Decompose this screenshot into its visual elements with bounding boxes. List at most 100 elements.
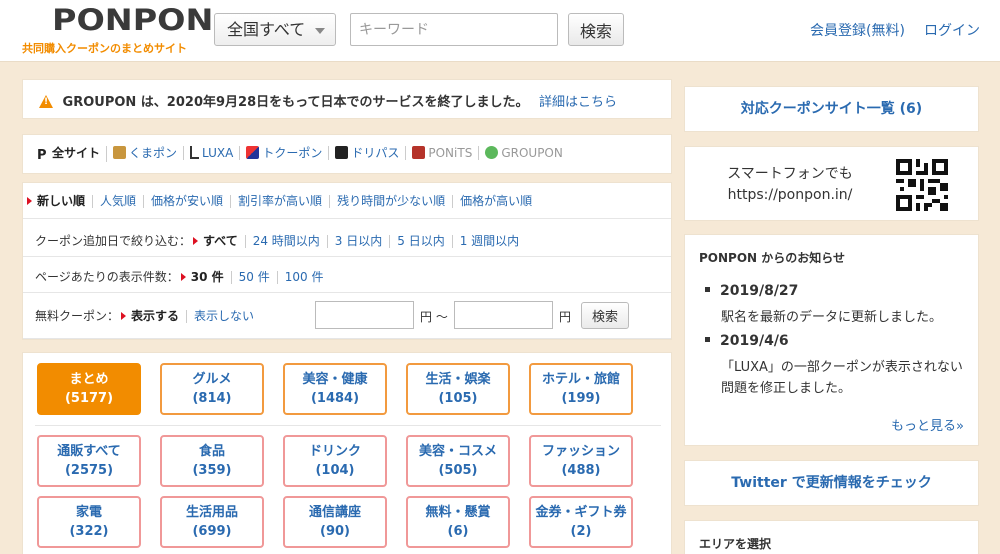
free-label: 無料クーポン： — [35, 309, 120, 323]
category-count: (2) — [570, 524, 592, 539]
logo[interactable]: PONPON — [52, 4, 213, 36]
category-count: (199) — [561, 391, 601, 406]
category-gourmet[interactable]: グルメ (814) — [160, 363, 264, 415]
category-name: まとめ — [69, 372, 109, 387]
category-count: (322) — [69, 524, 109, 539]
news-panel: PONPON からのお知らせ 2019/8/27 駅名を最新のデータに更新しまし… — [684, 234, 979, 446]
site-label: ドリパス — [351, 146, 400, 160]
sort-popular[interactable]: 人気順 — [93, 195, 145, 208]
category-life-leisure[interactable]: 生活・娯楽 (105) — [406, 363, 510, 415]
news-date: 2019/4/6 — [705, 333, 789, 349]
site-tokupon[interactable]: トクーポン — [240, 146, 330, 160]
category-count: (5177) — [64, 391, 114, 406]
added-1w[interactable]: 1 週間以内 — [453, 235, 526, 248]
tokupon-icon — [246, 146, 260, 159]
price-min-input[interactable] — [315, 301, 414, 329]
category-name: 金券・ギフト券 — [535, 505, 627, 520]
sort-expensive[interactable]: 価格が高い順 — [453, 195, 539, 208]
category-appliances[interactable]: 家電 (322) — [37, 496, 141, 548]
free-show[interactable]: 表示する — [119, 310, 188, 323]
register-link[interactable]: 会員登録(無料) — [810, 20, 905, 40]
logo-text[interactable]: PONPON — [52, 4, 213, 36]
category-summary[interactable]: まとめ (5177) — [37, 363, 141, 415]
category-name: 食品 — [198, 444, 225, 459]
category-count: (814) — [192, 391, 232, 406]
category-name: 通信講座 — [308, 505, 361, 520]
added-row: クーポン追加日で絞り込む： すべて 24 時間以内 3 日以内 5 日以内 1 週間以内 — [23, 221, 671, 257]
category-name: ファッション — [541, 444, 620, 459]
site-filter: P 全サイト くまポン LUXA トクーポン ドリパス PONiTS GROUPON — [22, 134, 672, 174]
category-count: (1484) — [310, 391, 360, 406]
region-select[interactable]: 全国すべて — [214, 13, 336, 46]
site-all[interactable]: P 全サイト — [37, 146, 108, 163]
added-all[interactable]: すべて — [191, 235, 246, 248]
per-page-50[interactable]: 50 件 — [232, 271, 278, 284]
site-dripass[interactable]: ドリパス — [329, 146, 407, 160]
login-link[interactable]: ログイン — [924, 20, 980, 40]
category-food[interactable]: 食品 (359) — [160, 435, 264, 487]
site-label: GROUPON — [501, 146, 563, 160]
category-beauty-health[interactable]: 美容・健康 (1484) — [283, 363, 387, 415]
smartphone-panel: スマートフォンでも https://ponpon.in/ — [684, 146, 979, 221]
category-hotel[interactable]: ホテル・旅館 (199) — [529, 363, 633, 415]
coupon-filters: 新しい順 人気順 価格が安い順 割引率が高い順 残り時間が少ない順 価格が高い順 クーポン… — [22, 182, 672, 340]
category-cosmetics[interactable]: 美容・コスメ (505) — [406, 435, 510, 487]
notice-detail-link[interactable]: 詳細はこちら — [539, 95, 617, 110]
category-count: (90) — [320, 524, 350, 539]
category-courses[interactable]: 通信講座 (90) — [283, 496, 387, 548]
header: PONPON 共同購入クーポンのまとめサイト 全国すべて 検索 会員登録(無料)… — [0, 0, 1000, 62]
category-gift-cards[interactable]: 金券・ギフト券 (2) — [529, 496, 633, 548]
dripass-icon — [335, 146, 349, 159]
category-grid: まとめ (5177) グルメ (814) 美容・健康 (1484) 生活・娯楽 (105… — [22, 352, 672, 554]
category-name: 生活・娯楽 — [425, 372, 491, 387]
per-page-100[interactable]: 100 件 — [278, 271, 331, 284]
category-drink[interactable]: ドリンク (104) — [283, 435, 387, 487]
filter-search-button[interactable]: 検索 — [581, 302, 629, 329]
added-3d[interactable]: 3 日以内 — [328, 235, 391, 248]
more-news-link[interactable]: もっと見る» — [891, 415, 964, 434]
sort-row: 新しい順 人気順 価格が安い順 割引率が高い順 残り時間が少ない順 価格が高い順 — [23, 183, 671, 219]
keyword-input[interactable] — [350, 13, 558, 46]
site-label: 全サイト — [52, 146, 101, 160]
site-label: トクーポン — [262, 146, 323, 160]
category-name: 美容・健康 — [302, 372, 368, 387]
site-label: くまポン — [129, 146, 178, 160]
smartphone-text: スマートフォンでも https://ponpon.in/ — [715, 164, 865, 206]
category-count: (105) — [438, 391, 478, 406]
ponits-icon — [412, 146, 426, 159]
category-name: 無料・懸賞 — [425, 505, 491, 520]
area-select-heading: エリアを選択 — [684, 520, 979, 554]
site-label: PONiTS — [428, 146, 473, 160]
twitter-link[interactable]: Twitter で更新情報をチェック — [684, 460, 979, 506]
category-count: (699) — [192, 524, 232, 539]
sort-new[interactable]: 新しい順 — [25, 195, 94, 208]
chevron-down-icon — [315, 28, 325, 34]
supported-sites-link[interactable]: 対応クーポンサイト一覧 (6) — [684, 86, 979, 132]
category-mailorder[interactable]: 通販すべて (2575) — [37, 435, 141, 487]
added-label: クーポン追加日で絞り込む： — [35, 234, 192, 248]
added-5d[interactable]: 5 日以内 — [390, 235, 453, 248]
news-body: 駅名を最新のデータに更新しました。 — [721, 310, 943, 325]
free-hide[interactable]: 表示しない — [187, 310, 261, 323]
site-ponits[interactable]: PONiTS — [406, 146, 480, 160]
sort-discount[interactable]: 割引率が高い順 — [231, 195, 331, 208]
per-page-30[interactable]: 30 件 — [179, 271, 232, 284]
category-free-prizes[interactable]: 無料・懸賞 (6) — [406, 496, 510, 548]
category-daily-goods[interactable]: 生活用品 (699) — [160, 496, 264, 548]
tagline: 共同購入クーポンのまとめサイト — [22, 42, 187, 55]
added-24h[interactable]: 24 時間以内 — [246, 235, 328, 248]
sort-ending[interactable]: 残り時間が少ない順 — [330, 195, 454, 208]
news-date: 2019/8/27 — [705, 283, 798, 299]
site-luxa[interactable]: LUXA — [184, 146, 241, 160]
category-name: グルメ — [192, 372, 232, 387]
search-button[interactable]: 検索 — [568, 13, 624, 46]
warning-icon — [39, 95, 53, 108]
site-label: LUXA — [202, 146, 234, 160]
site-groupon[interactable]: GROUPON — [479, 146, 569, 160]
price-max-input[interactable] — [454, 301, 553, 329]
yen-tilde-label: 円 ～ — [420, 310, 448, 324]
sort-cheap[interactable]: 価格が安い順 — [144, 195, 232, 208]
site-kumapon[interactable]: くまポン — [107, 146, 185, 160]
category-fashion[interactable]: ファッション (488) — [529, 435, 633, 487]
category-count: (6) — [447, 524, 469, 539]
